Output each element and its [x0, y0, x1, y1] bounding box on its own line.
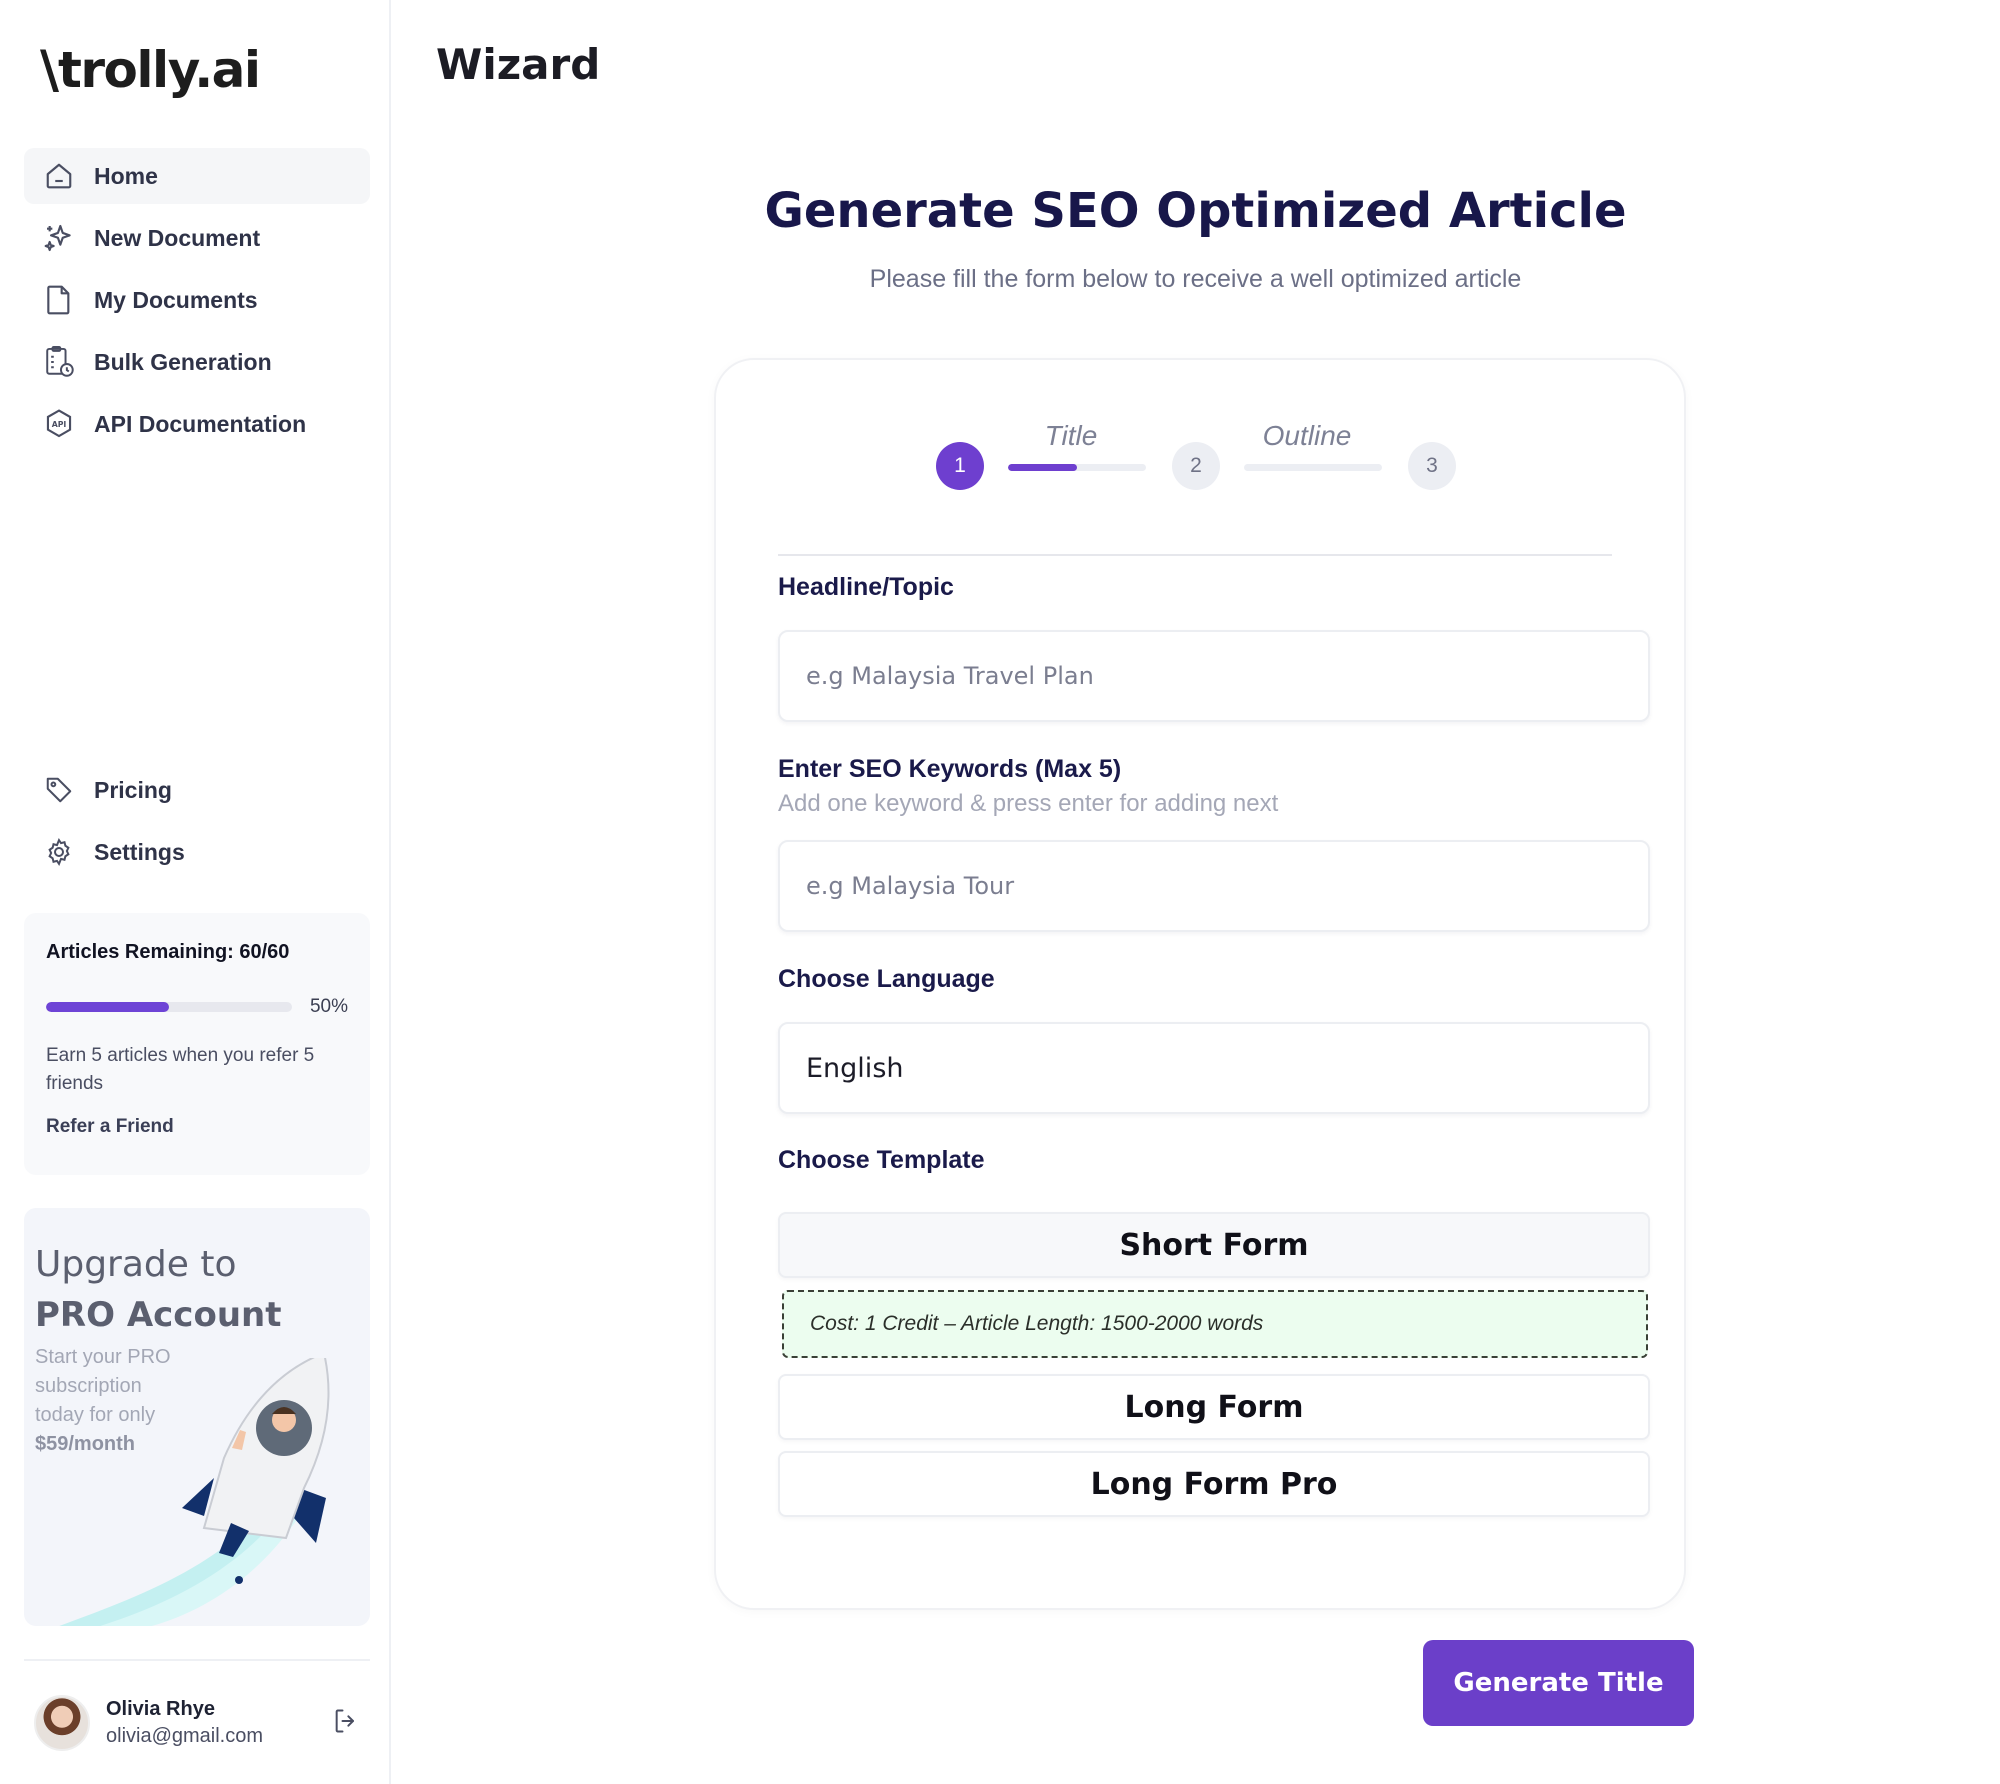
- stepper-divider: [778, 554, 1612, 556]
- wizard-stepper: 1 Title 2 Outline 3: [936, 420, 1476, 490]
- language-select[interactable]: English: [778, 1022, 1650, 1114]
- form-subheading: Please fill the form below to receive a …: [869, 265, 1522, 293]
- sidebar-item-my-documents[interactable]: My Documents: [24, 272, 370, 328]
- referral-note: Earn 5 articles when you refer 5 friends: [46, 1045, 315, 1094]
- sidebar-item-settings[interactable]: Settings: [24, 824, 370, 880]
- template-option-short-form[interactable]: Short Form: [778, 1212, 1650, 1278]
- articles-remaining: Articles Remaining: 60/60: [46, 941, 290, 963]
- step-label-outline: Outline: [1262, 420, 1352, 451]
- wizard-card: 1 Title 2 Outline 3 Headline/Topic Enter…: [714, 358, 1686, 1610]
- sidebar: \ trolly.ai Home New Document My Documen…: [0, 0, 391, 1784]
- user-info: Olivia Rhye olivia@gmail.com: [106, 1698, 263, 1748]
- sidebar-item-label: My Documents: [94, 286, 258, 313]
- keywords-hint: Add one keyword & press enter for adding…: [778, 790, 1279, 817]
- logo-mark: \: [40, 40, 59, 100]
- step-1[interactable]: 1: [936, 442, 984, 490]
- sidebar-item-label: Home: [94, 162, 158, 189]
- avatar[interactable]: [34, 1695, 90, 1751]
- sidebar-bottom-nav: Pricing Settings: [24, 762, 370, 886]
- keywords-input[interactable]: [778, 840, 1650, 932]
- upgrade-card[interactable]: Upgrade to PRO Account Start your PRO su…: [24, 1208, 370, 1626]
- sidebar-item-label: API Documentation: [94, 410, 307, 437]
- sidebar-item-new-document[interactable]: New Document: [24, 210, 370, 266]
- sidebar-divider: [24, 1659, 370, 1661]
- sidebar-item-label: Pricing: [94, 776, 172, 803]
- sparkles-icon: [42, 221, 76, 255]
- step-progress-1: [1008, 464, 1146, 471]
- sidebar-item-pricing[interactable]: Pricing: [24, 762, 370, 818]
- credits-progress-track: [46, 1002, 292, 1012]
- template-info: Cost: 1 Credit – Article Length: 1500-20…: [782, 1290, 1648, 1358]
- language-select-value: English: [806, 1052, 904, 1084]
- gear-icon: [42, 835, 76, 869]
- step-label-title: Title: [1044, 420, 1098, 451]
- user-profile: Olivia Rhye olivia@gmail.com: [34, 1693, 364, 1753]
- headline-label: Headline/Topic: [778, 573, 954, 601]
- sidebar-item-home[interactable]: Home: [24, 148, 370, 204]
- language-label: Choose Language: [778, 965, 995, 993]
- credits-progress-fill: [46, 1002, 169, 1012]
- upgrade-title: Upgrade to: [35, 1244, 237, 1285]
- credits-card: Articles Remaining: 60/60 50% Earn 5 art…: [24, 913, 370, 1175]
- sidebar-item-label: Settings: [94, 838, 185, 865]
- home-icon: [42, 159, 76, 193]
- template-option-long-form-pro[interactable]: Long Form Pro: [778, 1451, 1650, 1517]
- document-icon: [42, 283, 76, 317]
- user-name: Olivia Rhye: [106, 1698, 215, 1720]
- api-badge-icon: API: [42, 407, 76, 441]
- clipboard-clock-icon: [42, 345, 76, 379]
- page-title: Wizard: [436, 40, 601, 89]
- sidebar-item-label: New Document: [94, 224, 261, 251]
- refer-friend-link[interactable]: Refer a Friend: [46, 1116, 174, 1138]
- headline-input[interactable]: [778, 630, 1650, 722]
- upgrade-plan: PRO Account: [35, 1295, 282, 1335]
- sidebar-item-api-documentation[interactable]: API API Documentation: [24, 396, 370, 452]
- user-email: olivia@gmail.com: [106, 1725, 264, 1747]
- rocket-illustration: [59, 1358, 330, 1626]
- step-progress-2: [1244, 464, 1382, 471]
- template-option-long-form[interactable]: Long Form: [778, 1374, 1650, 1440]
- keywords-label: Enter SEO Keywords (Max 5): [778, 755, 1122, 783]
- step-3[interactable]: 3: [1408, 442, 1456, 490]
- logout-button[interactable]: [328, 1705, 364, 1741]
- sidebar-nav: Home New Document My Documents Bulk Gene…: [24, 148, 370, 458]
- step-2[interactable]: 2: [1172, 442, 1220, 490]
- credits-progress: 50%: [46, 996, 348, 1018]
- template-label: Choose Template: [778, 1146, 985, 1174]
- sidebar-item-label: Bulk Generation: [94, 348, 272, 375]
- logo-text: trolly.ai: [58, 41, 261, 99]
- logo[interactable]: \ trolly.ai: [40, 40, 261, 100]
- generate-title-button[interactable]: Generate Title: [1423, 1640, 1694, 1726]
- sidebar-item-bulk-generation[interactable]: Bulk Generation: [24, 334, 370, 390]
- step-progress-1-fill: [1008, 464, 1077, 471]
- tag-icon: [42, 773, 76, 807]
- credits-progress-label: 50%: [309, 996, 348, 1017]
- logout-icon: [332, 1707, 360, 1740]
- form-heading: Generate SEO Optimized Article: [764, 183, 1627, 239]
- svg-text:API: API: [52, 420, 67, 429]
